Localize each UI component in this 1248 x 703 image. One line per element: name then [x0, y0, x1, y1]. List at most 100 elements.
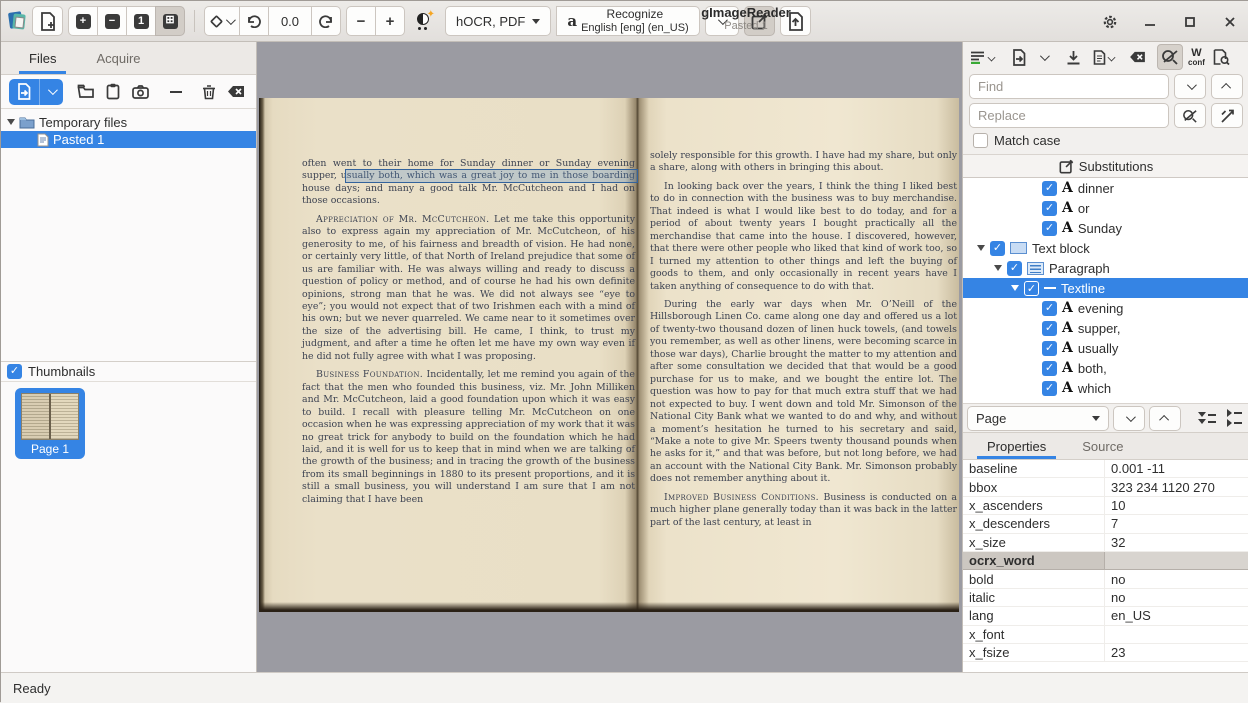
rotate-mode-button[interactable]	[204, 6, 240, 36]
find-input[interactable]	[969, 74, 1169, 99]
open-menu-button[interactable]	[1032, 44, 1054, 70]
tree-word-row[interactable]: ✓A both,	[963, 358, 1248, 378]
expander-icon[interactable]	[7, 119, 15, 125]
rotation-angle-value[interactable]: 0.0	[268, 6, 312, 36]
increase-button[interactable]: +	[375, 6, 405, 36]
tab-source[interactable]: Source	[1066, 433, 1139, 459]
property-section-row[interactable]: ocrx_word	[963, 552, 1248, 570]
tree-textblock-row[interactable]: ✓ Text block	[963, 238, 1248, 258]
app-logo-icon	[7, 11, 27, 31]
tree-file-row[interactable]: Pasted 1	[1, 131, 256, 148]
find-prev-button[interactable]	[1211, 74, 1243, 99]
tree-word-row[interactable]: ✓A usually	[963, 338, 1248, 358]
preview-button[interactable]	[1210, 44, 1233, 70]
match-case-label: Match case	[994, 133, 1060, 148]
word-checkbox[interactable]: ✓	[1042, 181, 1057, 196]
thumbnail-page-1[interactable]: Page 1	[15, 388, 85, 459]
tab-files[interactable]: Files	[11, 42, 74, 74]
property-row[interactable]: x_size32	[963, 534, 1248, 552]
zoom-in-button[interactable]: +	[68, 6, 98, 36]
open-split-button[interactable]	[9, 79, 63, 105]
tree-textline-row[interactable]: ✓ Textline	[963, 278, 1248, 298]
tree-word-row[interactable]: ✓A Sunday	[963, 218, 1248, 238]
save-hocr-button[interactable]	[1062, 44, 1084, 70]
tree-word-row[interactable]: ✓A dinner	[963, 178, 1248, 198]
clear-output-button[interactable]	[1126, 44, 1149, 70]
next-item-button[interactable]	[1113, 406, 1145, 431]
collapse-all-button[interactable]	[1223, 405, 1245, 431]
open-menu-button[interactable]	[39, 79, 62, 105]
remove-source-button[interactable]	[164, 79, 187, 105]
zoom-fit-button[interactable]: ⊞	[155, 6, 185, 36]
zoom-out-button[interactable]: −	[97, 6, 127, 36]
word-checkbox[interactable]: ✓	[1042, 381, 1057, 396]
open-folder-button[interactable]	[75, 79, 98, 105]
image-controls-button[interactable]: ✦	[410, 6, 440, 36]
tree-word-row[interactable]: ✓A which	[963, 378, 1248, 398]
word-checkbox[interactable]: ✓	[1042, 201, 1057, 216]
target-select[interactable]: Page	[967, 406, 1109, 431]
expander-icon[interactable]	[994, 265, 1002, 271]
property-row[interactable]: x_font	[963, 626, 1248, 644]
word-checkbox[interactable]: ✓	[1042, 321, 1057, 336]
find-next-button[interactable]	[1174, 74, 1206, 99]
tab-acquire[interactable]: Acquire	[78, 42, 158, 74]
close-button[interactable]	[1219, 11, 1241, 33]
prev-item-button[interactable]	[1149, 406, 1181, 431]
maximize-button[interactable]	[1179, 11, 1201, 33]
clear-sources-button[interactable]	[225, 79, 248, 105]
add-images-button[interactable]	[32, 6, 63, 36]
delete-source-button[interactable]	[198, 79, 221, 105]
rotate-ccw-icon	[246, 14, 262, 28]
zoom-original-button[interactable]: 1	[126, 6, 156, 36]
property-row[interactable]: x_descenders7	[963, 515, 1248, 533]
paste-button[interactable]	[102, 79, 125, 105]
word-checkbox[interactable]: ✓	[1042, 301, 1057, 316]
property-row[interactable]: bbox323 234 1120 270	[963, 478, 1248, 496]
export-menu-button[interactable]	[1090, 44, 1118, 70]
open-hocr-button[interactable]	[1008, 44, 1030, 70]
property-row[interactable]: italicno	[963, 589, 1248, 607]
word-confidence-toggle[interactable]: W conf	[1185, 44, 1208, 70]
image-canvas[interactable]: often went to their home for Sunday dinn…	[257, 42, 962, 672]
output-mode-dropdown[interactable]: hOCR, PDF	[445, 6, 551, 36]
word-checkbox[interactable]: ✓	[1042, 361, 1057, 376]
insert-mode-button[interactable]	[967, 44, 998, 70]
expand-all-button[interactable]	[1195, 405, 1219, 431]
tree-paragraph-row[interactable]: ✓ Paragraph	[963, 258, 1248, 278]
replace-input[interactable]	[969, 103, 1169, 128]
word-checkbox[interactable]: ✓	[1042, 221, 1057, 236]
decrease-button[interactable]: −	[346, 6, 376, 36]
tree-word-row[interactable]: ✓A or	[963, 198, 1248, 218]
thumbnails-checkbox[interactable]: ✓	[7, 364, 22, 379]
rotate-right-button[interactable]	[311, 6, 341, 36]
find-replace-toggle[interactable]	[1157, 44, 1183, 70]
replace-all-button[interactable]	[1211, 103, 1243, 128]
zoom-one-icon: 1	[134, 14, 149, 29]
tree-folder-row[interactable]: Temporary files	[1, 113, 256, 131]
minimize-button[interactable]	[1139, 11, 1161, 33]
settings-button[interactable]	[1099, 11, 1121, 33]
scanned-book-image[interactable]: often went to their home for Sunday dinn…	[259, 98, 959, 612]
property-row[interactable]: x_ascenders10	[963, 497, 1248, 515]
tree-word-row[interactable]: ✓A supper,	[963, 318, 1248, 338]
substitutions-button[interactable]: Substitutions	[963, 154, 1248, 178]
screenshot-button[interactable]	[129, 79, 152, 105]
target-select-value: Page	[976, 411, 1006, 426]
textblock-checkbox[interactable]: ✓	[990, 241, 1005, 256]
replace-button[interactable]	[1174, 103, 1206, 128]
property-row[interactable]: langen_US	[963, 607, 1248, 625]
tree-word-row[interactable]: ✓A evening	[963, 298, 1248, 318]
expander-icon[interactable]	[977, 245, 985, 251]
expander-icon[interactable]	[1011, 285, 1019, 291]
tab-properties[interactable]: Properties	[971, 433, 1062, 459]
property-row[interactable]: boldno	[963, 570, 1248, 588]
rotate-left-button[interactable]	[239, 6, 269, 36]
match-case-checkbox[interactable]	[973, 133, 988, 148]
textline-checkbox[interactable]: ✓	[1024, 281, 1039, 296]
open-button[interactable]	[9, 79, 39, 105]
property-row[interactable]: x_fsize23	[963, 644, 1248, 662]
paragraph-checkbox[interactable]: ✓	[1007, 261, 1022, 276]
property-row[interactable]: baseline0.001 -11	[963, 460, 1248, 478]
word-checkbox[interactable]: ✓	[1042, 341, 1057, 356]
